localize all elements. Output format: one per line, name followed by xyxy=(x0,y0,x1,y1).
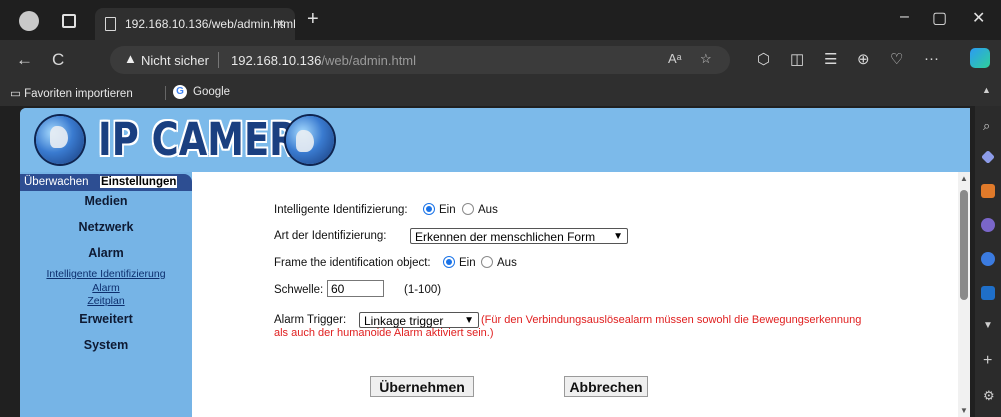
art-select[interactable]: Erkennen der menschlichen Form ▼ xyxy=(410,228,628,244)
tab-actions-icon[interactable] xyxy=(62,14,76,28)
add-icon[interactable]: + xyxy=(983,352,992,370)
tab-close-icon[interactable]: × xyxy=(277,15,285,31)
sidebar: Überwachen Einstellungen Medien Netzwerk… xyxy=(20,172,192,417)
url-path: /web/admin.html xyxy=(321,53,417,68)
close-window-button[interactable]: ✕ xyxy=(972,8,985,28)
google-link[interactable]: Google xyxy=(193,86,230,98)
globe-left-icon xyxy=(36,116,84,164)
page-scrollbar[interactable]: ▲ ▼ xyxy=(958,172,970,417)
intelligente-aus-radio[interactable] xyxy=(462,203,474,215)
browser-tab[interactable]: 192.168.10.136/web/admin.html × xyxy=(95,8,296,40)
sidebar-item-system[interactable]: System xyxy=(20,338,192,352)
edge-sidebar: ⌕ ▼ + ⚙ xyxy=(975,106,1001,417)
frame-aus-label: Aus xyxy=(497,257,517,269)
sidebar-item-medien[interactable]: Medien xyxy=(20,194,192,208)
page-icon xyxy=(105,17,116,31)
frame-ein-radio[interactable] xyxy=(443,256,455,268)
schwelle-range: (1-100) xyxy=(404,284,442,296)
sidebar-item-erweitert[interactable]: Erweitert xyxy=(20,312,192,326)
back-button[interactable]: ← xyxy=(16,50,33,70)
more-button[interactable]: ··· xyxy=(924,50,939,67)
import-favorites-label: Favoriten importieren xyxy=(24,88,133,100)
read-aloud-icon[interactable]: Aᵃ xyxy=(668,51,682,66)
frame-label: Frame the identification object: xyxy=(274,257,431,269)
intelligente-ein-radio[interactable] xyxy=(423,203,435,215)
tab-einstellungen-label: Einstellungen xyxy=(100,176,178,188)
search-icon[interactable]: ⌕ xyxy=(983,118,990,134)
url-text[interactable]: 192.168.10.136/web/admin.html xyxy=(231,53,416,68)
frame-ein-label: Ein xyxy=(459,257,476,269)
url-host: 192.168.10.136 xyxy=(231,53,322,68)
new-tab-button[interactable]: + xyxy=(307,9,319,29)
web-page: IP CAMERA Überwachen Einstellungen Medie… xyxy=(20,108,970,417)
scroll-up-icon[interactable]: ▲ xyxy=(982,85,991,95)
reload-button[interactable]: C xyxy=(52,50,64,70)
content-area: Überwachen Einstellungen Medien Netzwerk… xyxy=(20,172,970,417)
shopping-icon[interactable] xyxy=(981,184,995,198)
tab-ueberwachen[interactable]: Überwachen xyxy=(20,174,104,191)
title-bar: 192.168.10.136/web/admin.html × + – ▢ ✕ xyxy=(0,0,1001,40)
google-icon[interactable]: G xyxy=(173,85,187,99)
scroll-down-arrow-icon[interactable]: ▼ xyxy=(960,406,968,415)
trigger-note-line-1: (Für den Verbindungsauslösealarm müssen … xyxy=(481,314,862,326)
tab-title: 192.168.10.136/web/admin.html xyxy=(125,17,296,31)
art-label: Art der Identifizierung: xyxy=(274,230,387,242)
globe-right-icon xyxy=(286,116,334,164)
trigger-label: Alarm Trigger: xyxy=(274,314,347,326)
import-favorites-link[interactable]: ▭ Favoriten importieren xyxy=(10,86,133,100)
frame-aus-radio[interactable] xyxy=(481,256,493,268)
favorite-star-icon[interactable]: ☆ xyxy=(700,51,712,67)
intelligente-label: Intelligente Identifizierung: xyxy=(274,204,408,216)
intelligente-aus-label: Aus xyxy=(478,204,498,216)
favorites-bar: ▭ Favoriten importieren G Google ▲ xyxy=(0,80,1001,106)
minimize-button[interactable]: – xyxy=(900,8,909,26)
schwelle-input[interactable]: 60 xyxy=(327,280,384,297)
url-separator xyxy=(218,52,219,68)
sidebar-item-alarm[interactable]: Alarm xyxy=(20,246,192,260)
settings-panel: Intelligente Identifizierung: Ein Aus Ar… xyxy=(192,172,958,417)
favorites-icon[interactable]: ☰ xyxy=(824,50,837,68)
sidebar-item-netzwerk[interactable]: Netzwerk xyxy=(20,220,192,234)
favorites-separator xyxy=(165,86,166,100)
art-select-value: Erkennen der menschlichen Form xyxy=(415,230,596,244)
outlook-icon[interactable] xyxy=(981,286,995,300)
trigger-select-value: Linkage trigger xyxy=(364,314,444,328)
profile-icon[interactable] xyxy=(19,11,39,31)
copilot-icon[interactable] xyxy=(970,48,990,68)
trigger-select[interactable]: Linkage trigger ▼ xyxy=(359,312,479,328)
chevron-down-icon[interactable]: ▼ xyxy=(983,320,993,331)
security-label[interactable]: Nicht sicher xyxy=(141,53,209,68)
apply-button[interactable]: Übernehmen xyxy=(370,376,474,397)
warning-icon[interactable]: ▲ xyxy=(124,51,137,66)
collections-icon[interactable]: ⊕ xyxy=(857,50,870,68)
sidebar-link-alarm[interactable]: Alarm xyxy=(20,282,192,294)
cancel-button[interactable]: Abbrechen xyxy=(564,376,648,397)
people-icon[interactable] xyxy=(981,218,995,232)
schwelle-label: Schwelle: xyxy=(274,284,324,296)
gear-icon[interactable]: ⚙ xyxy=(983,388,995,404)
performance-icon[interactable]: ♡ xyxy=(890,50,903,68)
url-field[interactable]: ▲ Nicht sicher 192.168.10.136/web/admin.… xyxy=(110,46,730,74)
tag-icon[interactable] xyxy=(981,150,995,164)
sidebar-link-intelligente-identifizierung[interactable]: Intelligente Identifizierung xyxy=(20,268,192,280)
folder-icon: ▭ xyxy=(10,88,25,100)
intelligente-ein-label: Ein xyxy=(439,204,456,216)
copilot-sidebar-icon[interactable] xyxy=(981,252,995,266)
scrollbar-thumb[interactable] xyxy=(960,190,968,300)
split-screen-icon[interactable]: ◫ xyxy=(790,50,804,68)
sidebar-link-zeitplan[interactable]: Zeitplan xyxy=(20,295,192,307)
maximize-button[interactable]: ▢ xyxy=(932,8,947,28)
tab-einstellungen[interactable]: Einstellungen xyxy=(100,174,192,191)
scroll-up-arrow-icon[interactable]: ▲ xyxy=(960,174,968,183)
extensions-icon[interactable]: ⬡ xyxy=(757,50,770,68)
banner: IP CAMERA xyxy=(20,108,970,172)
trigger-note-line-2: als auch der humanoide Alarm aktiviert s… xyxy=(274,327,494,339)
chevron-down-icon: ▼ xyxy=(613,231,623,242)
address-bar: ← C ▲ Nicht sicher 192.168.10.136/web/ad… xyxy=(0,40,1001,80)
